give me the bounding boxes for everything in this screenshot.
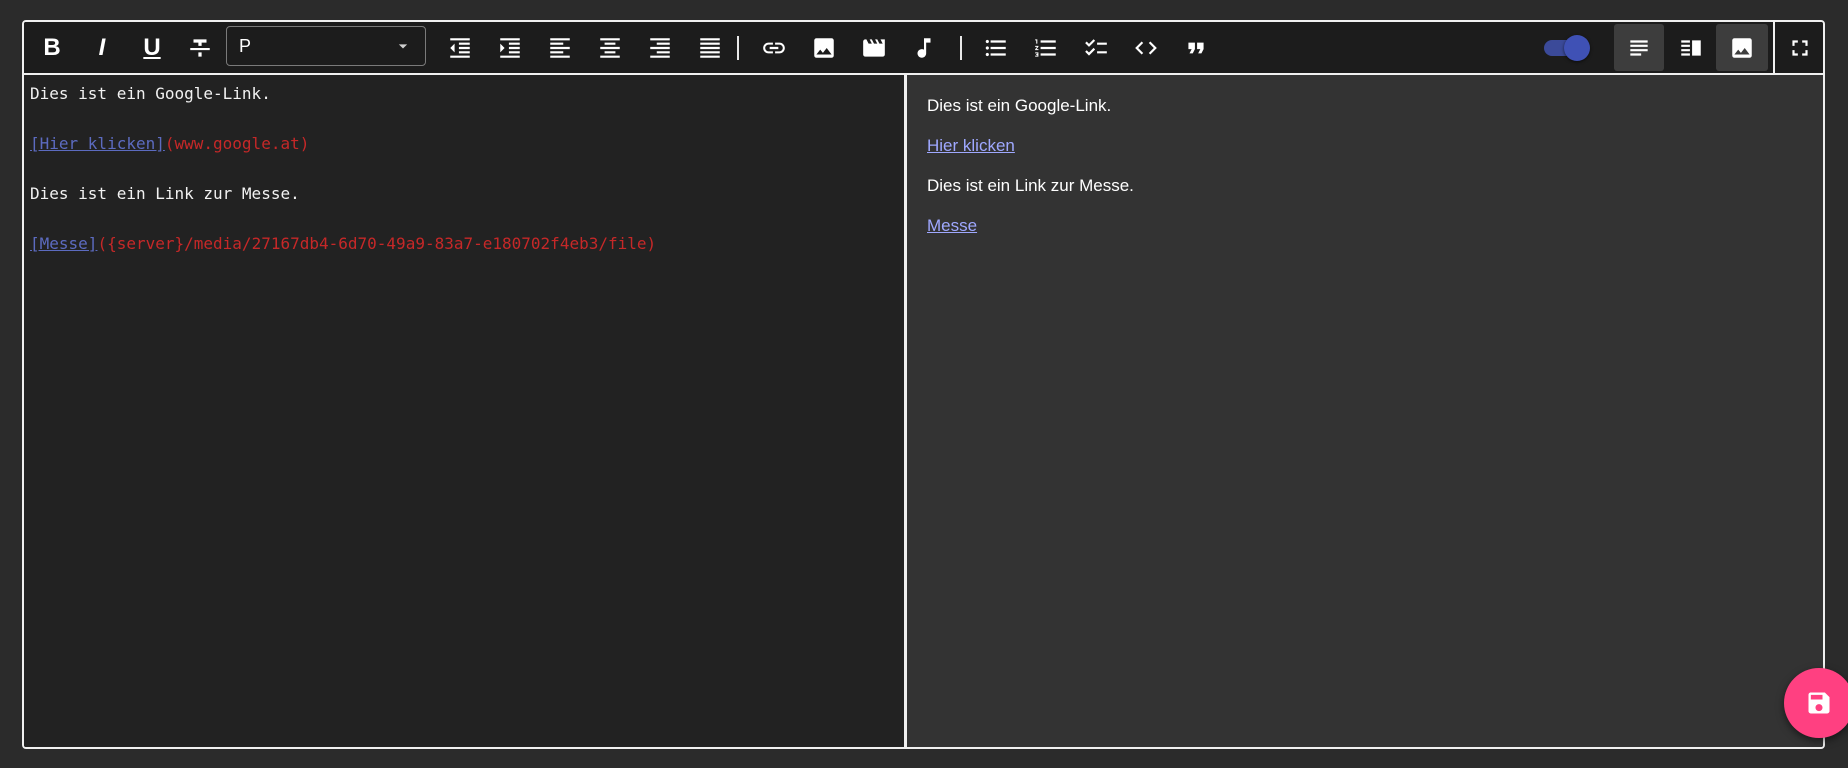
numbered-list-icon	[1035, 39, 1056, 57]
strikethrough-icon	[190, 39, 210, 57]
source-link-url: ({server}/media/27167db4-6d70-49a9-83a7-…	[97, 234, 657, 253]
toolbar-separator	[960, 36, 962, 60]
align-justify-button[interactable]	[688, 27, 732, 69]
fullscreen-button[interactable]	[1780, 27, 1820, 69]
bullet-list-icon	[985, 39, 1006, 57]
quote-icon	[1188, 42, 1204, 54]
code-icon	[1135, 41, 1157, 55]
preview-paragraph: Dies ist ein Link zur Messe.	[927, 176, 1134, 195]
save-button[interactable]	[1784, 668, 1848, 738]
source-line: [Hier klicken](www.google.at)	[30, 131, 898, 156]
insert-link-button[interactable]	[752, 27, 796, 69]
checklist-button[interactable]	[1074, 27, 1118, 69]
source-blank-line	[30, 206, 898, 231]
source-blank-line	[30, 156, 898, 181]
align-center-button[interactable]	[588, 27, 632, 69]
indent-decrease-icon	[450, 38, 470, 58]
live-preview-toggle[interactable]	[1544, 35, 1590, 61]
fullscreen-icon	[1792, 40, 1808, 56]
image-icon	[814, 38, 834, 58]
view-source-button[interactable]	[1614, 24, 1664, 71]
underline-icon: U	[143, 34, 161, 61]
quote-button[interactable]	[1174, 27, 1218, 69]
indent-increase-button[interactable]	[488, 27, 532, 69]
strikethrough-button[interactable]	[178, 27, 222, 69]
save-icon	[1808, 692, 1830, 714]
view-preview-button[interactable]	[1716, 24, 1768, 71]
underline-button[interactable]: U	[130, 27, 174, 69]
preview-link-google[interactable]: Hier klicken	[927, 136, 1015, 155]
source-link-text: [Hier klicken]	[30, 134, 165, 153]
source-line: Dies ist ein Link zur Messe.	[30, 184, 300, 203]
code-button[interactable]	[1124, 27, 1168, 69]
source-link-text: [Messe]	[30, 234, 98, 253]
indent-decrease-button[interactable]	[438, 27, 482, 69]
toolbar-divider	[1773, 22, 1775, 73]
editor-toolbar: B I U P	[24, 22, 1823, 75]
view-source-icon	[1630, 39, 1648, 56]
checklist-icon	[1085, 39, 1107, 56]
music-icon	[917, 38, 931, 58]
bullet-list-button[interactable]	[974, 27, 1018, 69]
toggle-thumb	[1564, 35, 1590, 61]
view-split-button[interactable]	[1666, 24, 1716, 71]
preview-paragraph: Messe	[927, 215, 1803, 237]
align-left-button[interactable]	[538, 27, 582, 69]
bold-icon: B	[43, 34, 61, 61]
markdown-source-pane[interactable]: Dies ist ein Google-Link. [Hier klicken]…	[24, 75, 904, 747]
align-right-button[interactable]	[638, 27, 682, 69]
preview-link-messe[interactable]: Messe	[927, 216, 977, 235]
toolbar-separator	[737, 36, 739, 60]
format-select-value: P	[239, 35, 252, 56]
align-center-icon	[600, 38, 620, 58]
bold-button[interactable]: B	[30, 27, 74, 69]
markdown-editor: B I U P Dies ist ein Google-Link. [Hier …	[22, 20, 1825, 749]
link-icon	[763, 42, 785, 54]
align-left-icon	[550, 38, 570, 58]
insert-video-button[interactable]	[852, 27, 896, 69]
view-mode-group	[1612, 22, 1768, 73]
source-line: [Messe]({server}/media/27167db4-6d70-49a…	[30, 231, 898, 256]
align-justify-icon	[700, 38, 720, 58]
italic-button[interactable]: I	[80, 27, 124, 69]
format-select[interactable]: P	[226, 26, 426, 66]
preview-paragraph: Hier klicken	[927, 135, 1803, 157]
chevron-down-icon	[398, 44, 408, 49]
video-icon	[863, 39, 885, 57]
indent-increase-icon	[500, 38, 520, 58]
source-line: Dies ist ein Google-Link.	[30, 84, 271, 103]
preview-paragraph: Dies ist ein Google-Link.	[927, 96, 1112, 115]
source-blank-line	[30, 106, 898, 131]
numbered-list-button[interactable]	[1024, 27, 1068, 69]
markdown-preview-pane: Dies ist ein Google-Link. Hier klicken D…	[907, 75, 1823, 747]
align-right-icon	[650, 38, 670, 58]
view-preview-icon	[1732, 37, 1752, 58]
insert-audio-button[interactable]	[902, 27, 946, 69]
insert-image-button[interactable]	[802, 27, 846, 69]
italic-icon: I	[98, 34, 106, 61]
view-split-icon	[1681, 39, 1701, 56]
source-link-url: (www.google.at)	[164, 134, 310, 153]
